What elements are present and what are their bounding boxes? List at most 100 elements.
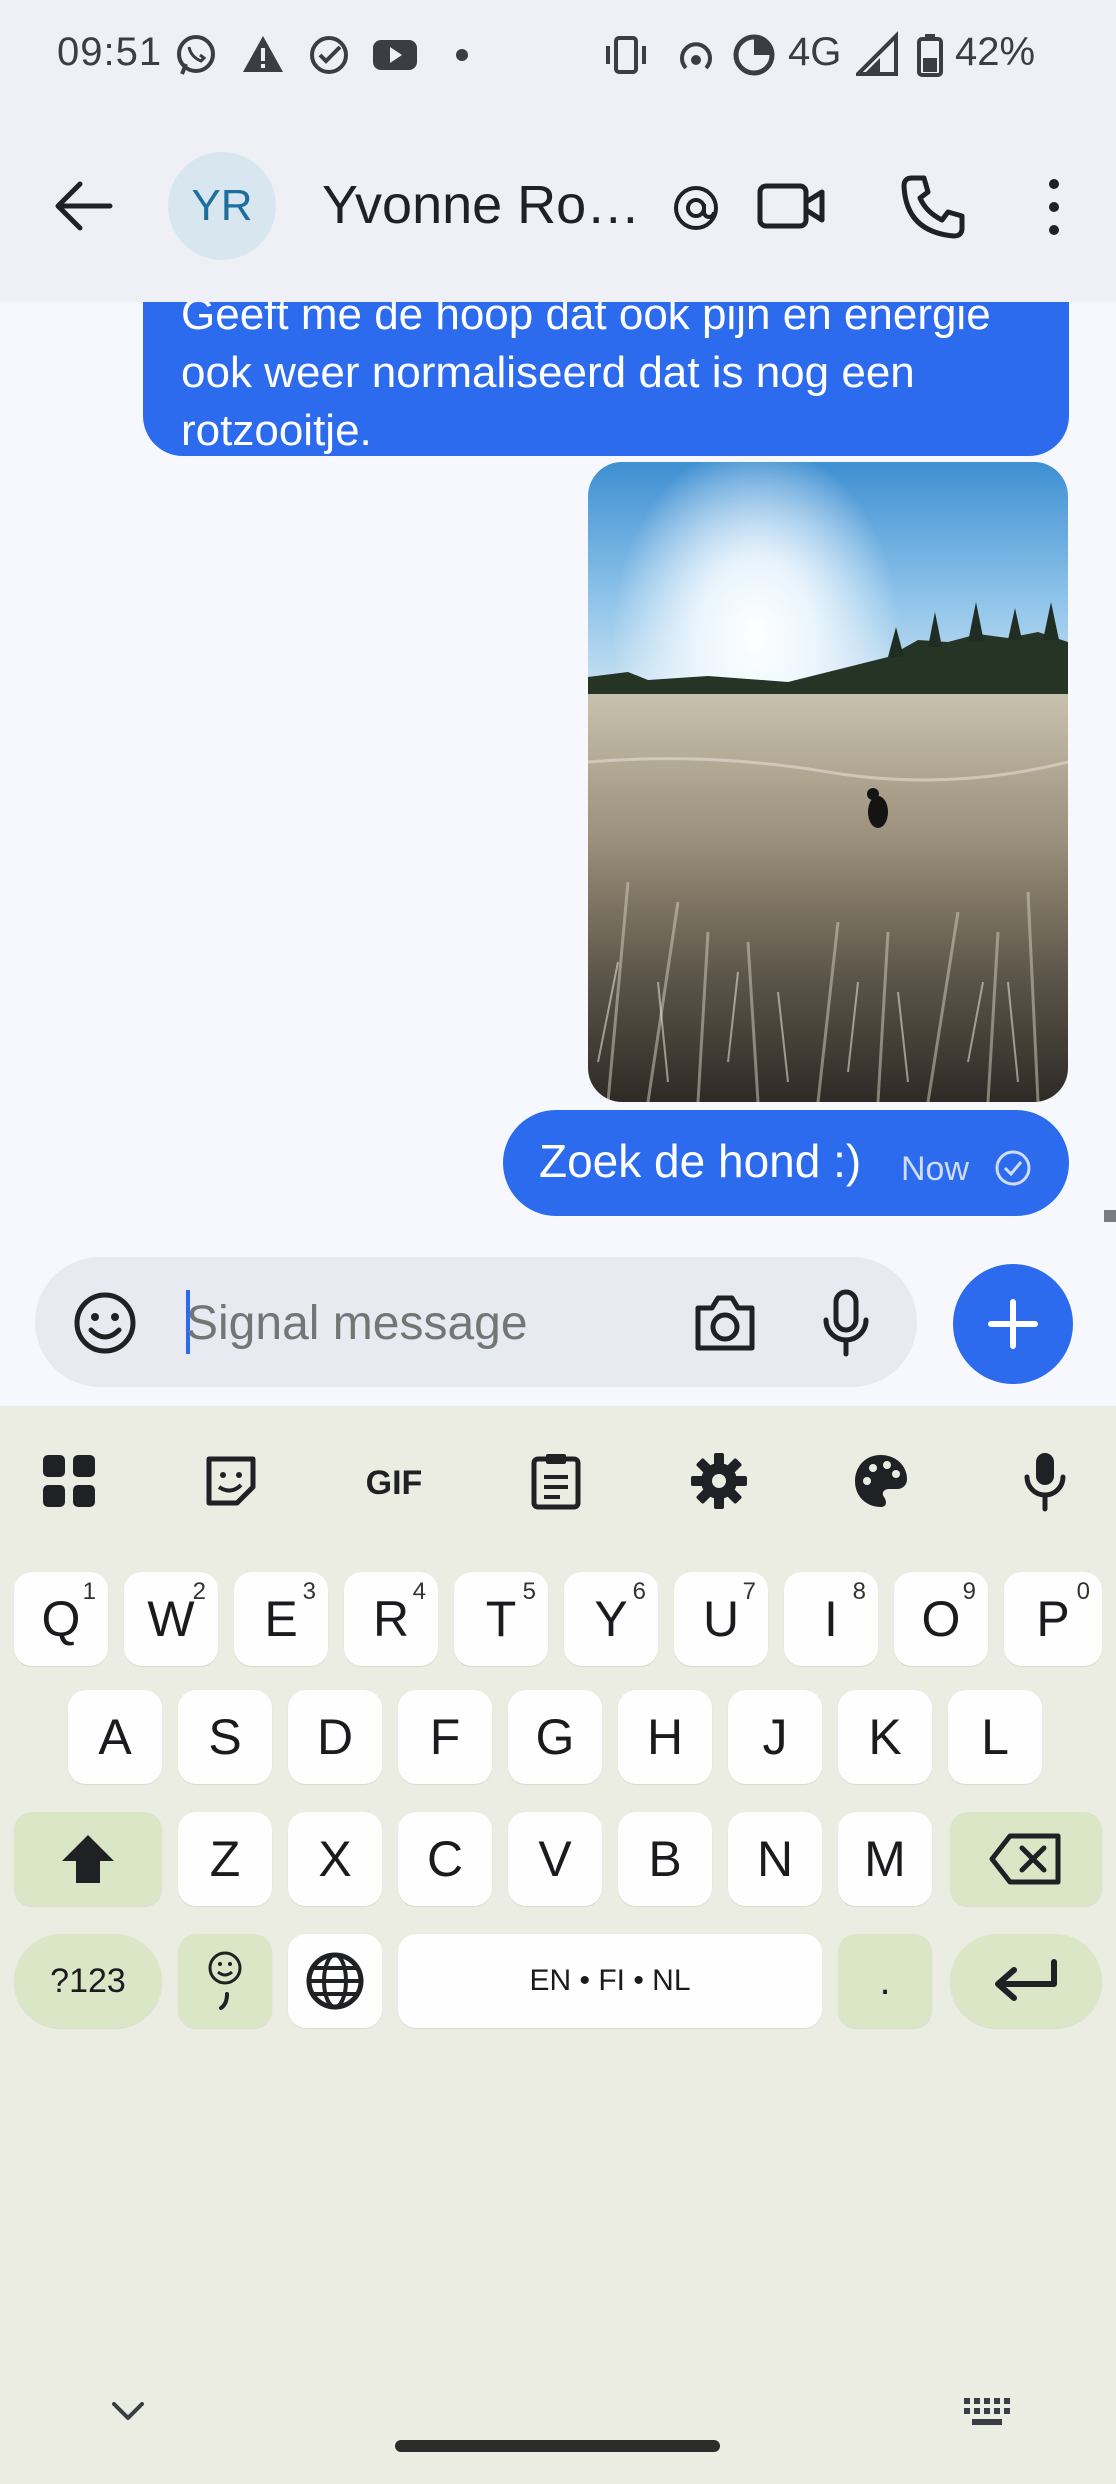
key-hint: 0 — [1076, 1578, 1090, 1605]
key-label: T — [485, 1591, 517, 1647]
key-hint: 7 — [742, 1578, 756, 1605]
hotspot-icon — [680, 42, 712, 70]
signal-icon — [856, 31, 898, 76]
key-l[interactable]: L — [948, 1690, 1042, 1784]
emoji-comma-icon — [208, 1951, 242, 2010]
key-q[interactable]: Q1 — [14, 1572, 108, 1666]
vibrate-icon — [606, 36, 646, 74]
message-input[interactable] — [186, 1296, 646, 1351]
sent-check-icon — [995, 1150, 1031, 1186]
key-t[interactable]: T5 — [454, 1572, 548, 1666]
key-s[interactable]: S — [178, 1690, 272, 1784]
settings-gear-icon[interactable] — [684, 1446, 754, 1516]
emoji-icon[interactable] — [72, 1290, 138, 1356]
key-label: Y — [594, 1591, 628, 1647]
key-o[interactable]: O9 — [894, 1572, 988, 1666]
add-attachment-button[interactable] — [953, 1264, 1073, 1384]
phone-icon[interactable] — [898, 172, 968, 242]
svg-text:GIF: GIF — [366, 1464, 423, 1501]
symbols-key[interactable]: ?123 — [14, 1934, 162, 2028]
key-w[interactable]: W2 — [124, 1572, 218, 1666]
key-p[interactable]: P0 — [1004, 1572, 1102, 1666]
key-label: W — [147, 1591, 195, 1647]
key-i[interactable]: I8 — [784, 1572, 878, 1666]
outgoing-message-bubble[interactable]: Zoek de hond :) Now — [503, 1110, 1069, 1216]
contact-name[interactable]: Yvonne Rosi… — [322, 174, 662, 236]
key-b[interactable]: B — [618, 1812, 712, 1906]
key-a[interactable]: A — [68, 1690, 162, 1784]
enter-arrow-icon — [995, 1959, 1057, 2001]
key-z[interactable]: Z — [178, 1812, 272, 1906]
keyboard-switch-icon[interactable] — [962, 2396, 1012, 2428]
battery-icon — [917, 34, 943, 77]
mic-icon[interactable] — [818, 1288, 874, 1360]
outgoing-message-bubble[interactable]: Geeft me de hoop dat ook pijn en energie… — [143, 302, 1069, 456]
battery-percentage: 42% — [955, 30, 1036, 74]
avatar[interactable]: YR — [168, 152, 276, 260]
key-v[interactable]: V — [508, 1812, 602, 1906]
key-f[interactable]: F — [398, 1690, 492, 1784]
key-label: U — [702, 1591, 740, 1647]
key-u[interactable]: U7 — [674, 1572, 768, 1666]
message-image[interactable] — [588, 462, 1068, 1102]
key-hint: 8 — [852, 1578, 866, 1605]
clipboard-icon[interactable] — [521, 1446, 591, 1516]
period-key[interactable]: . — [838, 1934, 932, 2028]
key-y[interactable]: Y6 — [564, 1572, 658, 1666]
key-g[interactable]: G — [508, 1690, 602, 1784]
shift-arrow-icon — [62, 1835, 114, 1883]
video-call-icon[interactable] — [756, 176, 828, 236]
message-text: Geeft me de hoop dat ook pijn en energie… — [181, 302, 991, 455]
whatsapp-icon — [177, 35, 215, 75]
key-label: I — [824, 1591, 838, 1647]
key-hint: 1 — [82, 1578, 96, 1605]
key-hint: 6 — [632, 1578, 646, 1605]
message-list[interactable]: Geeft me de hoop dat ook pijn en energie… — [0, 302, 1116, 1222]
key-label: P — [1036, 1591, 1070, 1647]
key-label: R — [372, 1591, 410, 1647]
gif-icon[interactable]: GIF — [358, 1446, 430, 1516]
network-type: 4G — [788, 30, 842, 74]
language-key[interactable] — [288, 1934, 382, 2028]
sticker-icon[interactable] — [196, 1446, 266, 1516]
key-c[interactable]: C — [398, 1812, 492, 1906]
check-circle-icon — [310, 36, 348, 74]
enter-key[interactable] — [950, 1934, 1102, 2028]
plus-icon — [988, 1299, 1038, 1349]
home-indicator[interactable] — [395, 2440, 720, 2452]
space-bar[interactable]: EN • FI • NL — [398, 1934, 822, 2028]
key-hint: 3 — [302, 1578, 316, 1605]
warning-icon — [243, 36, 283, 72]
backspace-key[interactable] — [950, 1812, 1102, 1906]
key-k[interactable]: K — [838, 1690, 932, 1784]
shift-key[interactable] — [14, 1812, 162, 1906]
key-d[interactable]: D — [288, 1690, 382, 1784]
camera-icon[interactable] — [690, 1290, 760, 1356]
apps-grid-icon[interactable] — [34, 1446, 104, 1516]
dot-icon — [456, 49, 468, 61]
message-timestamp: Now — [901, 1150, 970, 1188]
key-j[interactable]: J — [728, 1690, 822, 1784]
backspace-icon — [989, 1833, 1061, 1885]
key-hint: 5 — [522, 1578, 536, 1605]
mic-icon[interactable] — [1010, 1446, 1080, 1516]
key-h[interactable]: H — [618, 1690, 712, 1784]
back-arrow-icon[interactable] — [50, 176, 116, 236]
data-saver-icon — [733, 34, 775, 76]
chevron-down-icon[interactable] — [108, 2398, 148, 2426]
more-vert-icon[interactable] — [1040, 174, 1068, 240]
youtube-icon — [373, 40, 417, 70]
emoji-key[interactable] — [178, 1934, 272, 2028]
key-hint: 2 — [192, 1578, 206, 1605]
key-r[interactable]: R4 — [344, 1572, 438, 1666]
key-x[interactable]: X — [288, 1812, 382, 1906]
key-e[interactable]: E3 — [234, 1572, 328, 1666]
key-label: O — [921, 1591, 961, 1647]
mention-icon — [674, 186, 718, 230]
key-hint: 9 — [962, 1578, 976, 1605]
message-text: Zoek de hond :) — [539, 1135, 862, 1187]
palette-icon[interactable] — [846, 1446, 916, 1516]
key-m[interactable]: M — [838, 1812, 932, 1906]
key-n[interactable]: N — [728, 1812, 822, 1906]
field-photo — [588, 462, 1068, 1102]
